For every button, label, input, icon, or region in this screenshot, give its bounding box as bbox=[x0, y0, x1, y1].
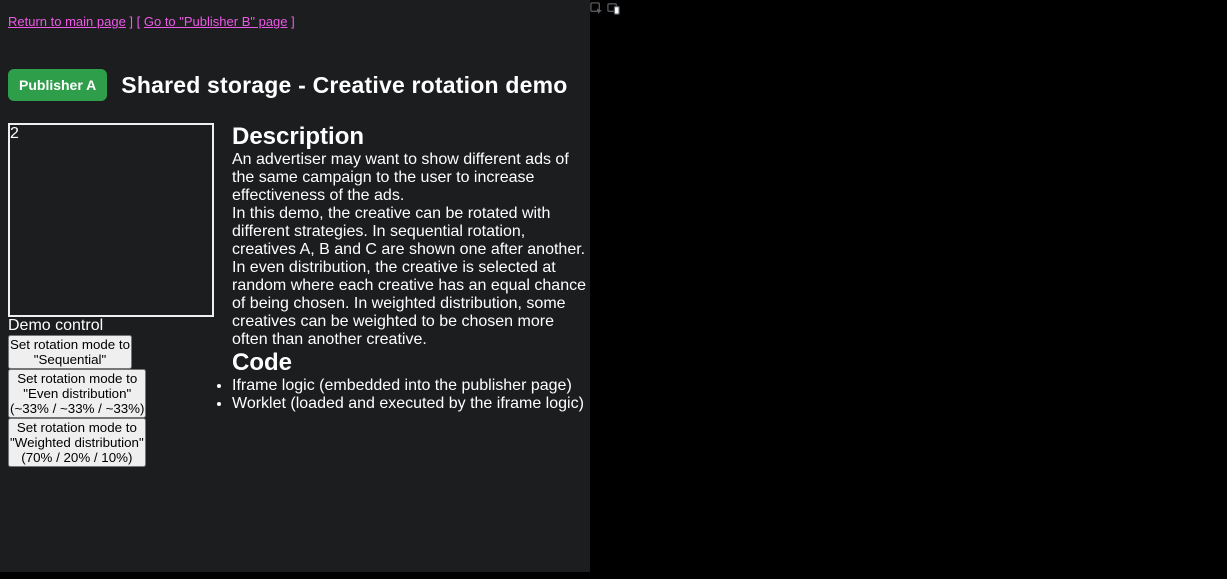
sidebar-item-session-storage[interactable]: ▸Session storage bbox=[590, 152, 1227, 172]
sidebar-item-frame-top[interactable]: ▸top bbox=[590, 562, 1227, 579]
application-sidebar: Application Manifest ⚙Service workers St… bbox=[590, 40, 1227, 579]
sidebar-item-periodic-background-sync[interactable]: Periodic backgroun… bbox=[590, 468, 1227, 486]
sidebar-item-local-storage[interactable]: ▸Local storage bbox=[590, 132, 1227, 152]
error-count: 2 bbox=[590, 22, 599, 39]
description-heading: Description bbox=[232, 123, 590, 151]
section-application: Application bbox=[590, 40, 1227, 58]
close-devtools-icon[interactable]: ✕ bbox=[643, 22, 656, 39]
section-background-services: Background services bbox=[590, 338, 1227, 356]
tab-performance[interactable]: Performance bbox=[886, 2, 978, 19]
sidebar-item-cookies[interactable]: ▸Cookies bbox=[590, 190, 1227, 210]
tab-security[interactable]: Security bbox=[1126, 2, 1184, 19]
button-line: "Weighted distribution" bbox=[10, 435, 144, 450]
button-line: Set rotation mode to bbox=[10, 337, 130, 352]
collapse-arrow-icon[interactable]: ▸ bbox=[590, 564, 598, 579]
description-paragraph-2: In this demo, the creative can be rotate… bbox=[232, 205, 590, 349]
link-separator: ] [ bbox=[126, 14, 144, 29]
link-end: ] bbox=[288, 14, 295, 29]
devtools-tabbar: Elements Console Sources Network Perform… bbox=[590, 0, 1227, 40]
code-links-list: Iframe logic (embedded into the publishe… bbox=[232, 377, 590, 413]
speculative-loads-icon: ⇅ bbox=[598, 488, 611, 505]
error-x-glyph: ✕ bbox=[1201, 2, 1214, 19]
description-paragraph-1: An advertiser may want to show different… bbox=[232, 151, 590, 205]
cloud-icon: △ bbox=[590, 508, 602, 525]
page-header: Publisher A Shared storage - Creative ro… bbox=[8, 69, 590, 101]
button-line: Set rotation mode to bbox=[10, 371, 144, 386]
tab-console[interactable]: Console bbox=[696, 2, 755, 19]
sidebar-item-payment-handler[interactable]: Payment handler bbox=[590, 450, 1227, 468]
tab-elements[interactable]: Elements bbox=[625, 2, 692, 19]
sidebar-item-manifest[interactable]: Manifest bbox=[590, 58, 1227, 76]
sidebar-item-indexeddb[interactable]: IndexedDB bbox=[590, 172, 1227, 190]
sync-icon: ↻ bbox=[590, 396, 603, 413]
sidebar-item-shared-storage-origin-1[interactable]: https://shared-storage… bbox=[590, 266, 1227, 284]
list-item-text: (embedded into the publisher page) bbox=[315, 377, 572, 394]
tab-network[interactable]: Network bbox=[822, 2, 881, 19]
demo-control-title: Demo control bbox=[8, 317, 220, 335]
worklet-link[interactable]: Worklet bbox=[232, 395, 286, 412]
top-links: Return to main page ] [ Go to "Publisher… bbox=[0, 0, 590, 29]
sidebar-item-notifications[interactable]: Notifications bbox=[590, 432, 1227, 450]
collapse-arrow-icon[interactable]: ▸ bbox=[590, 154, 598, 171]
sidebar-item-interest-groups[interactable]: Interest groups bbox=[590, 228, 1227, 246]
settings-gear-icon[interactable]: ⚙ bbox=[603, 22, 617, 39]
list-item: Iframe logic (embedded into the publishe… bbox=[232, 377, 590, 395]
button-line: "Sequential" bbox=[10, 352, 130, 367]
publisher-page: Return to main page ] [ Go to "Publisher… bbox=[0, 0, 590, 572]
service-worker-icon: ⚙ bbox=[590, 78, 604, 95]
page-content: 2 Demo control Set rotation mode to "Seq… bbox=[8, 123, 590, 467]
sidebar-item-storage-buckets[interactable]: Storage buckets bbox=[590, 320, 1227, 338]
publisher-b-link[interactable]: Go to "Publisher B" page bbox=[144, 14, 288, 29]
sidebar-item-background-sync[interactable]: ↻Background sync bbox=[590, 394, 1227, 414]
sidebar-item-speculative-loads[interactable]: ▸⇅Speculative loads bbox=[590, 486, 1227, 506]
sidebar-item-shared-storage-origin-2[interactable]: https://shared-storage… bbox=[590, 284, 1227, 302]
sidebar-item-push-messaging[interactable]: △Push messaging bbox=[590, 506, 1227, 526]
sidebar-item-bounce-tracking[interactable]: Bounce tracking miti… bbox=[590, 414, 1227, 432]
devtools-panel: Elements Console Sources Network Perform… bbox=[590, 0, 1227, 579]
tab-memory[interactable]: Memory bbox=[982, 2, 1040, 19]
list-item-text: (loaded and executed by the iframe logic… bbox=[286, 395, 584, 412]
button-line: (~33% / ~33% / ~33%) bbox=[10, 401, 144, 416]
description-card: Description An advertiser may want to sh… bbox=[232, 123, 590, 467]
button-line: (70% / 20% / 10%) bbox=[10, 450, 144, 465]
sidebar-item-storage[interactable]: Storage bbox=[590, 96, 1227, 114]
screen: Return to main page ] [ Go to "Publisher… bbox=[0, 0, 1227, 579]
fetch-arrows-icon: ⇅ bbox=[590, 376, 603, 393]
tab-sources[interactable]: Sources bbox=[759, 2, 818, 19]
tab-application[interactable]: Application bbox=[1043, 2, 1121, 19]
left-column: 2 Demo control Set rotation mode to "Seq… bbox=[8, 123, 220, 467]
sidebar-item-service-workers[interactable]: ⚙Service workers bbox=[590, 76, 1227, 96]
code-heading: Code bbox=[232, 349, 590, 377]
collapse-arrow-icon[interactable]: ▸ bbox=[590, 192, 598, 209]
sidebar-item-back-forward-cache[interactable]: Back/forward cache bbox=[590, 356, 1227, 374]
button-line: Set rotation mode to bbox=[10, 420, 144, 435]
button-line: "Even distribution" bbox=[10, 386, 144, 401]
set-weighted-distribution-button[interactable]: Set rotation mode to "Weighted distribut… bbox=[8, 418, 146, 467]
sidebar-item-reporting-api[interactable]: Reporting API bbox=[590, 526, 1227, 544]
section-storage: Storage bbox=[590, 114, 1227, 132]
set-even-distribution-button[interactable]: Set rotation mode to "Even distribution"… bbox=[8, 369, 146, 418]
set-sequential-button[interactable]: Set rotation mode to "Sequential" bbox=[8, 335, 132, 369]
sidebar-item-background-fetch[interactable]: ⇅Background fetch bbox=[590, 374, 1227, 394]
return-main-link[interactable]: Return to main page bbox=[8, 14, 126, 29]
list-item: Worklet (loaded and executed by the ifra… bbox=[232, 395, 590, 413]
sidebar-item-private-state-tokens[interactable]: Private state tokens bbox=[590, 210, 1227, 228]
sidebar-item-cache-storage[interactable]: Cache storage bbox=[590, 302, 1227, 320]
sidebar-item-shared-storage[interactable]: ▾Shared storage bbox=[590, 246, 1227, 266]
publisher-badge: Publisher A bbox=[8, 69, 107, 101]
collapse-arrow-icon[interactable]: ▸ bbox=[590, 134, 598, 151]
ad-creative-frame: 2 bbox=[8, 123, 214, 317]
collapse-arrow-icon[interactable]: ▸ bbox=[590, 488, 598, 505]
expand-arrow-icon[interactable]: ▾ bbox=[590, 248, 598, 265]
devtools-body: Application Manifest ⚙Service workers St… bbox=[590, 40, 1227, 579]
section-frames: Frames bbox=[590, 544, 1227, 562]
error-badge-icon[interactable]: ✕ bbox=[1201, 2, 1214, 19]
device-toolbar-icon[interactable] bbox=[607, 2, 624, 19]
inspect-element-icon[interactable] bbox=[590, 2, 607, 19]
kebab-menu-icon[interactable]: ⋮ bbox=[622, 22, 638, 39]
more-tabs-icon[interactable]: » bbox=[1188, 2, 1197, 19]
creative-number: 2 bbox=[10, 125, 19, 142]
page-title: Shared storage - Creative rotation demo bbox=[121, 72, 567, 99]
iframe-logic-link[interactable]: Iframe logic bbox=[232, 377, 315, 394]
